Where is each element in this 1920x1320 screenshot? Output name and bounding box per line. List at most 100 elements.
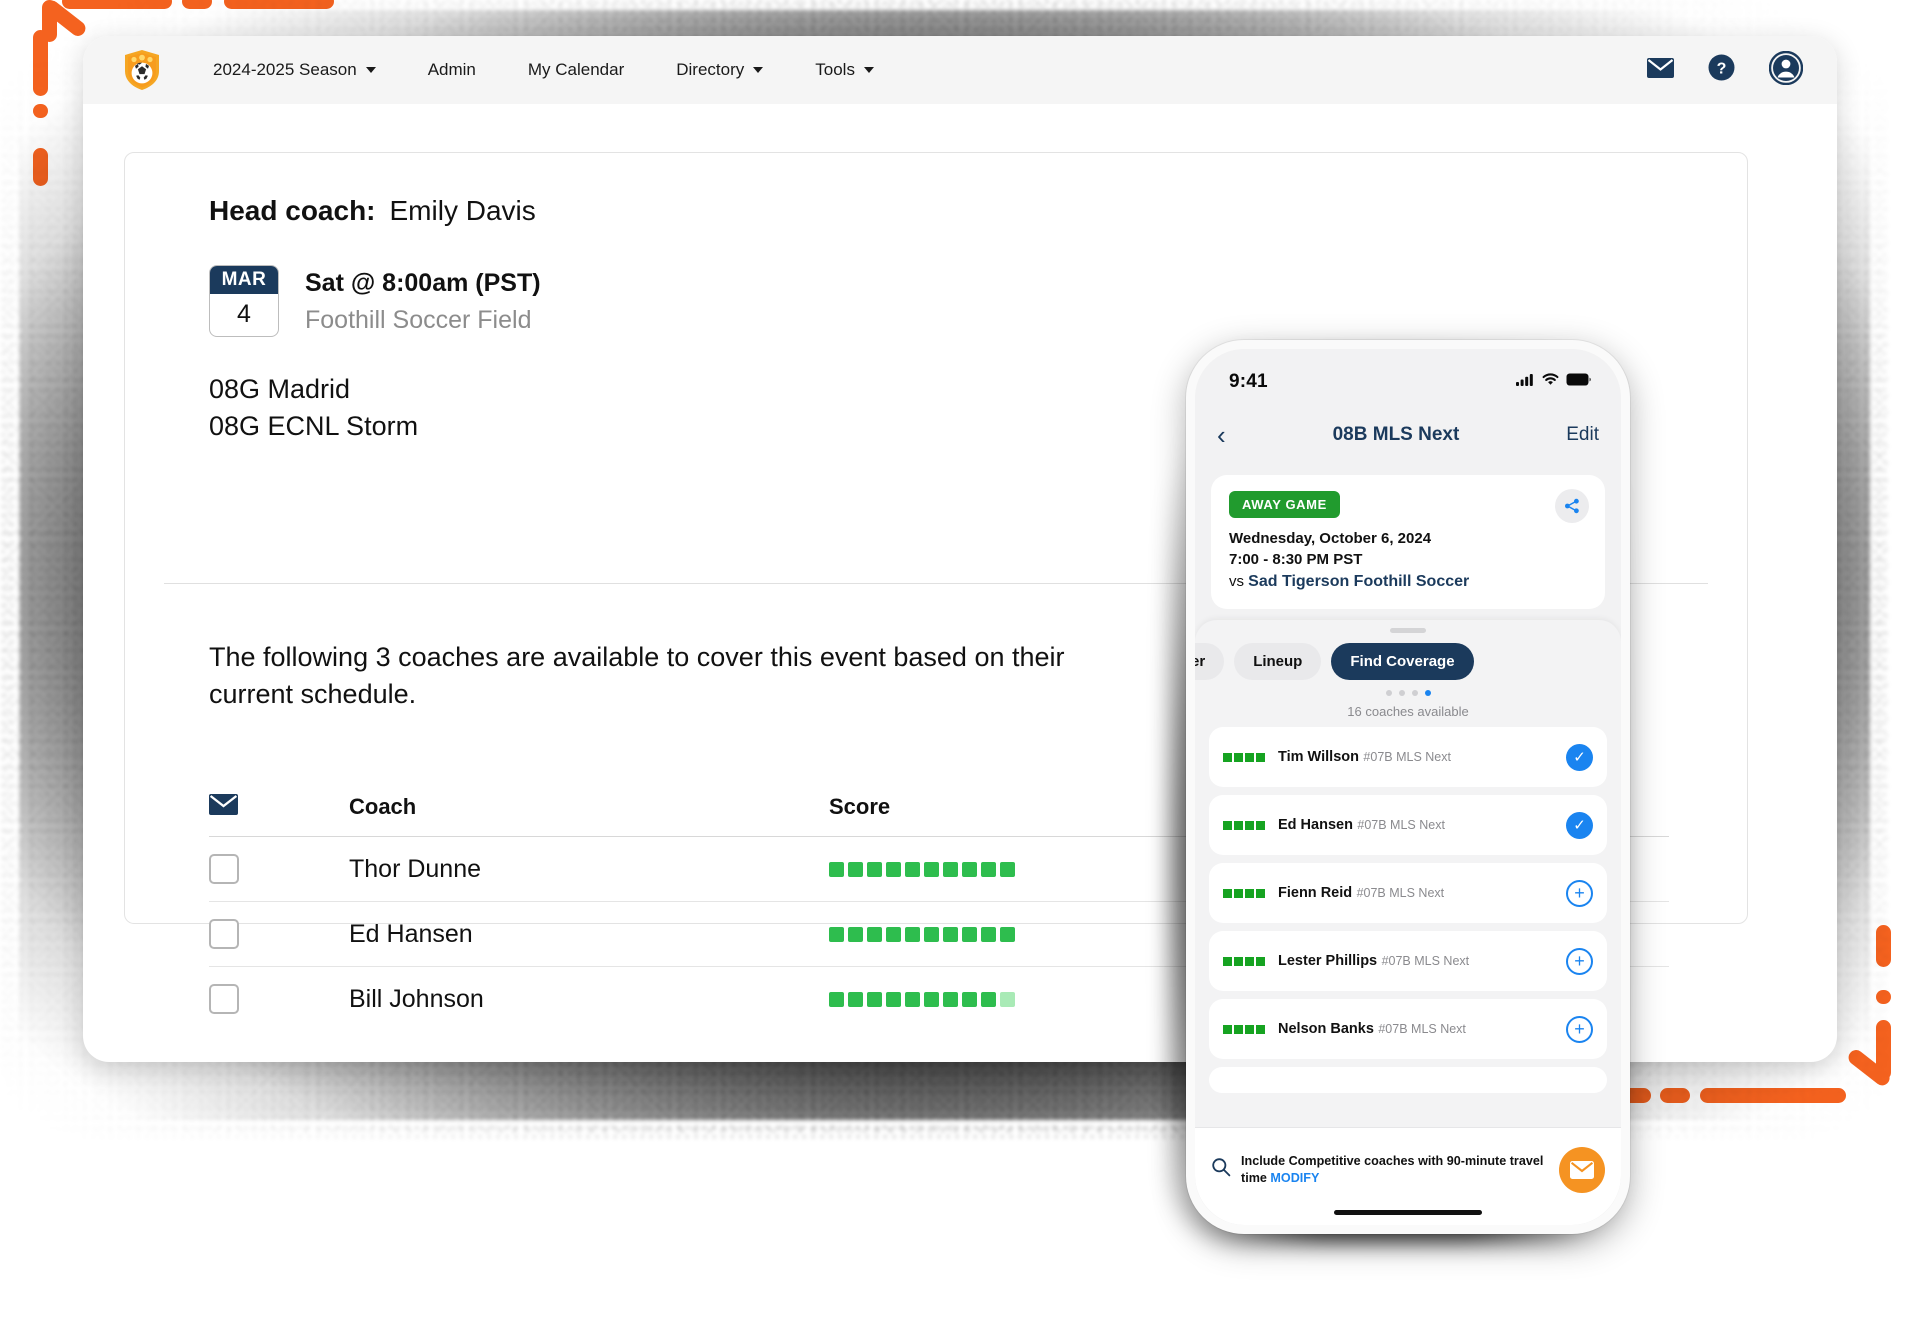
score-square (981, 926, 996, 942)
coach-team: #07B MLS Next (1357, 817, 1445, 832)
head-coach-label: Head coach: (209, 195, 376, 226)
cellular-signal-icon (1516, 373, 1535, 391)
rating-bars (1223, 956, 1265, 966)
header-cell-coach: Coach (349, 794, 417, 819)
coach-name: Fienn Reid (1278, 884, 1353, 901)
score-square (848, 991, 863, 1007)
tab-find-coverage[interactable]: Find Coverage (1331, 643, 1474, 680)
score-square (1000, 991, 1015, 1007)
rating-bar (1223, 1024, 1232, 1034)
score-square (905, 861, 920, 877)
rating-bar (1245, 752, 1254, 762)
page-dot-active[interactable] (1424, 690, 1431, 696)
main-nav: 2024-2025 Season Admin My Calendar Direc… (187, 60, 900, 80)
opponent-name[interactable]: Sad Tigerson Foothill Soccer (1248, 573, 1469, 590)
selected-check-icon[interactable]: ✓ (1566, 743, 1593, 771)
list-item[interactable]: Ed Hansen #07B MLS Next ✓ (1209, 795, 1607, 855)
score-square (962, 861, 977, 877)
nav-item-my-calendar[interactable]: My Calendar (502, 60, 650, 80)
filter-description: Include Competitive coaches with 90-minu… (1241, 1153, 1549, 1187)
rating-bars (1223, 752, 1265, 762)
selected-check-icon[interactable]: ✓ (1566, 811, 1593, 839)
list-item[interactable]: Fienn Reid #07B MLS Next + (1209, 863, 1607, 923)
ios-status-bar: 9:41 (1195, 349, 1621, 407)
home-indicator[interactable] (1334, 1209, 1482, 1215)
search-icon[interactable] (1211, 1157, 1231, 1182)
soccer-shield-logo-icon[interactable] (123, 49, 161, 91)
add-coach-icon[interactable]: + (1566, 879, 1593, 907)
head-coach-line: Head coach: Emily Davis (209, 195, 1747, 227)
score-square (962, 926, 977, 942)
add-coach-icon[interactable]: + (1566, 947, 1593, 975)
coach-name: Lester Phillips (1278, 952, 1378, 969)
game-time: 7:00 - 8:30 PM PST (1229, 551, 1363, 568)
rating-bar (1245, 888, 1254, 898)
home-indicator-area (1195, 1199, 1621, 1225)
nav-item-admin[interactable]: Admin (402, 60, 502, 80)
rating-bar (1245, 820, 1254, 830)
score-square (924, 861, 939, 877)
rating-bar (1256, 888, 1265, 898)
vs-label: vs (1229, 573, 1244, 590)
rating-bar (1234, 752, 1243, 762)
modify-link[interactable]: MODIFY (1270, 1171, 1319, 1185)
row-select-cell (209, 854, 349, 884)
calendar-date-badge: MAR 4 (209, 265, 279, 337)
page-dot[interactable] (1398, 690, 1405, 696)
rating-bar (1234, 956, 1243, 966)
rating-bars (1223, 820, 1265, 830)
score-square (848, 861, 863, 877)
phone-mockup: 9:41 ‹ 08B MLS Next Edit AWAY GAME Wedne… (1186, 340, 1630, 1234)
coverage-description: The following 3 coaches are available to… (209, 642, 1065, 710)
app-topbar: 2024-2025 Season Admin My Calendar Direc… (83, 36, 1837, 104)
list-item[interactable]: Lester Phillips #07B MLS Next + (1209, 931, 1607, 991)
coach-name: Thor Dunne (349, 854, 482, 883)
rating-bar (1256, 820, 1265, 830)
game-date: Wednesday, October 6, 2024 (1229, 530, 1432, 547)
score-square (848, 926, 863, 942)
row-checkbox[interactable] (209, 854, 239, 884)
coach-team: #07B MLS Next (1363, 749, 1451, 764)
edit-button[interactable]: Edit (1566, 424, 1599, 446)
list-item[interactable]: Tim Willson #07B MLS Next ✓ (1209, 727, 1607, 787)
mail-icon[interactable] (1647, 57, 1674, 83)
compose-mail-button[interactable] (1559, 1146, 1605, 1193)
nav-item-tools[interactable]: Tools (789, 60, 900, 80)
rating-bar (1223, 820, 1232, 830)
nav-item-season[interactable]: 2024-2025 Season (187, 60, 402, 80)
coach-info: Nelson Banks #07B MLS Next (1278, 1020, 1566, 1038)
page-indicator (1195, 690, 1621, 696)
page-dot[interactable] (1385, 690, 1392, 696)
chevron-left-icon[interactable]: ‹ (1217, 422, 1226, 448)
user-avatar-icon[interactable] (1768, 50, 1804, 90)
row-checkbox[interactable] (209, 919, 239, 949)
help-icon[interactable]: ? (1708, 54, 1735, 86)
coaches-available-count: 16 coaches available (1347, 704, 1469, 719)
coach-name: Tim Willson (1278, 748, 1359, 765)
score-square (962, 991, 977, 1007)
rating-bar (1234, 820, 1243, 830)
add-coach-icon[interactable]: + (1566, 1015, 1593, 1043)
score-square (943, 991, 958, 1007)
page-dot[interactable] (1411, 690, 1418, 696)
list-item[interactable]: Nelson Banks #07B MLS Next + (1209, 999, 1607, 1059)
score-square (924, 926, 939, 942)
nav-label: Tools (815, 60, 855, 79)
nav-item-directory[interactable]: Directory (650, 60, 789, 80)
share-icon[interactable] (1555, 489, 1589, 523)
score-square (981, 861, 996, 877)
list-item[interactable] (1209, 1067, 1607, 1093)
event-datetime: Sat @ 8:00am (PST) (305, 269, 541, 297)
rating-bars (1223, 1024, 1265, 1034)
calendar-month: MAR (210, 266, 278, 294)
score-square (905, 926, 920, 942)
tab-roster[interactable]: ter (1195, 643, 1225, 680)
event-summary: MAR 4 Sat @ 8:00am (PST) Foothill Soccer… (209, 265, 1747, 337)
mail-icon[interactable] (209, 794, 238, 820)
phone-nav-bar: ‹ 08B MLS Next Edit (1195, 407, 1621, 463)
rating-bar (1234, 888, 1243, 898)
score-square (867, 926, 882, 942)
coach-name: Ed Hansen (349, 919, 473, 948)
tab-lineup[interactable]: Lineup (1234, 643, 1322, 680)
row-checkbox[interactable] (209, 984, 239, 1014)
